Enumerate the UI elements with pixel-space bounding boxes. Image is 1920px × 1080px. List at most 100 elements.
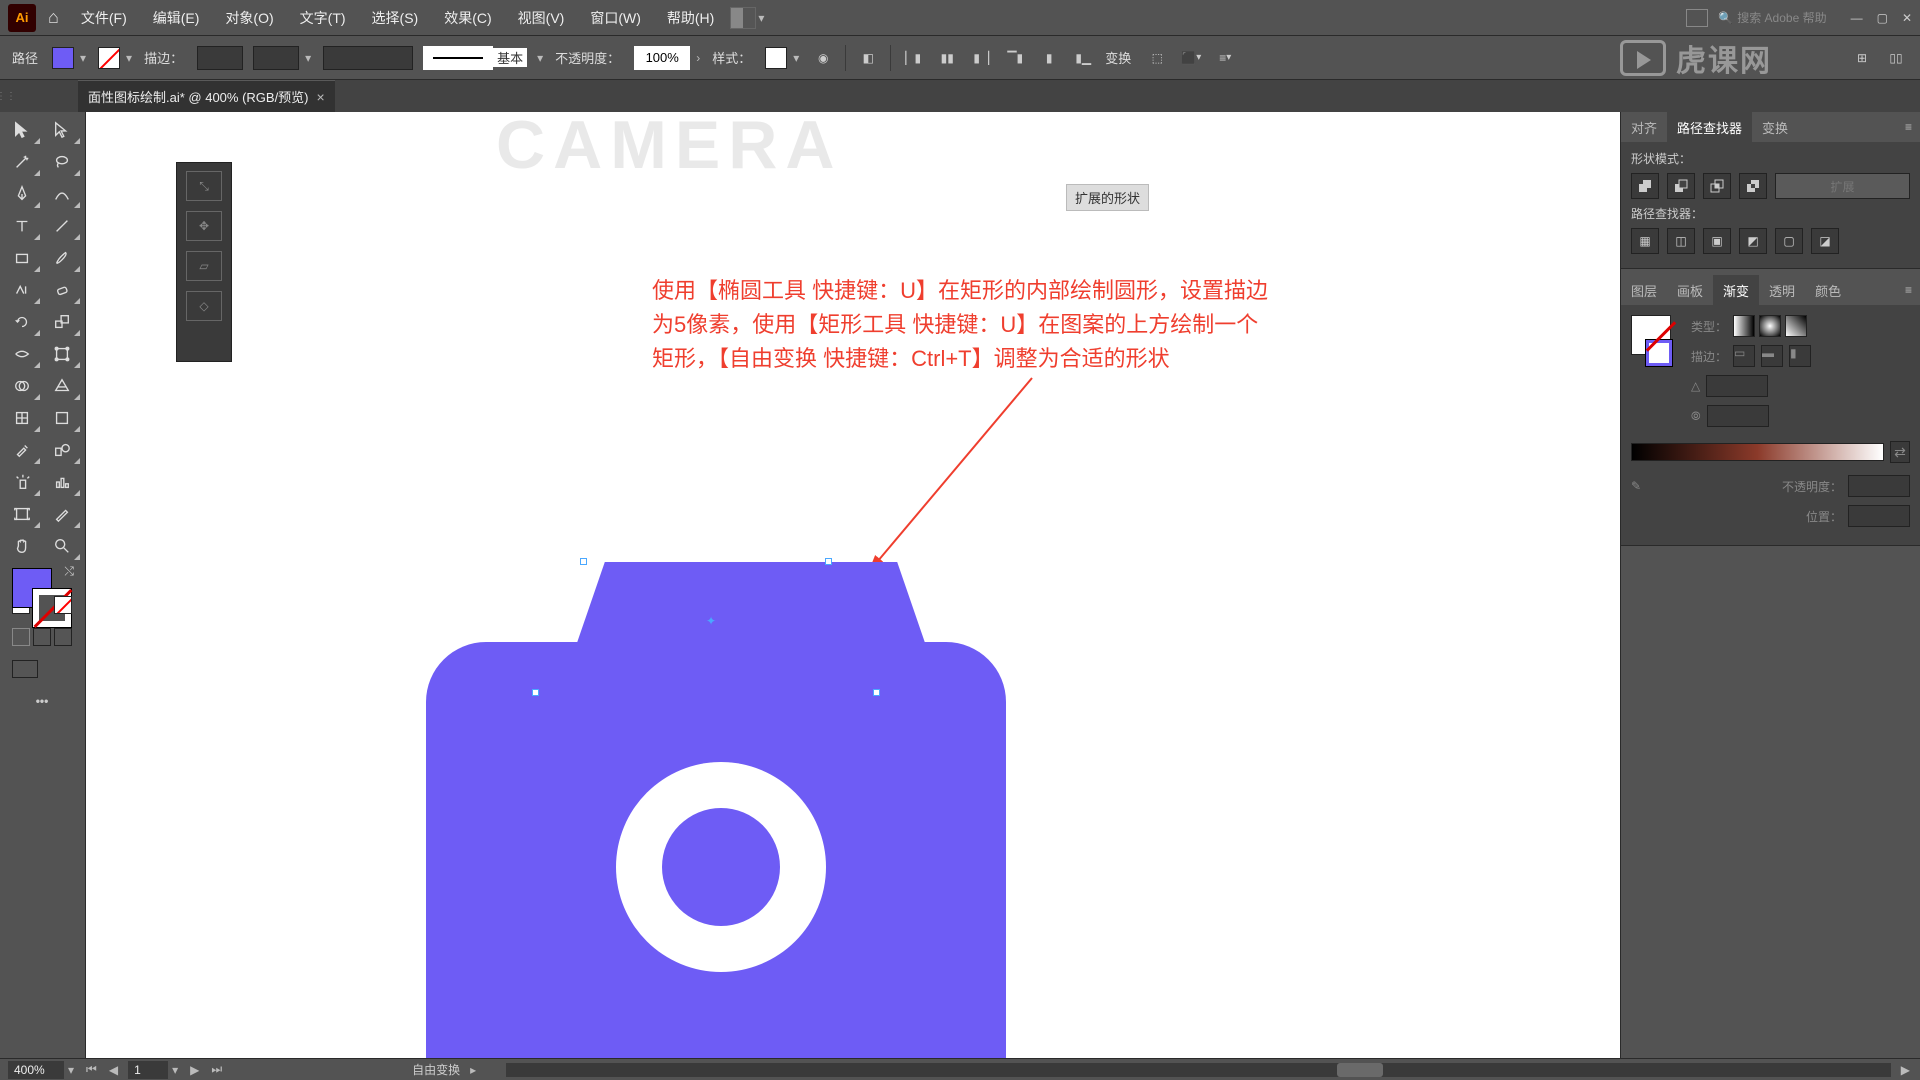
stroke-apply-2-icon[interactable]: ▬ bbox=[1761, 345, 1783, 367]
prefs-icon[interactable]: ⊞ bbox=[1850, 46, 1874, 70]
panel-menu-icon[interactable]: ≡ bbox=[1897, 120, 1920, 134]
brush-def-field[interactable] bbox=[323, 46, 413, 70]
fill-caret-icon[interactable]: ▾ bbox=[80, 51, 86, 65]
pen-tool[interactable] bbox=[2, 178, 42, 210]
curvature-tool[interactable] bbox=[42, 178, 82, 210]
selection-bounding-box[interactable]: ✦ bbox=[536, 562, 876, 692]
unite-icon[interactable] bbox=[1631, 173, 1659, 199]
isolate-icon[interactable]: ⬚ bbox=[1145, 46, 1169, 70]
align-left-icon[interactable]: ▏▮ bbox=[901, 46, 925, 70]
tabbar-grip-icon[interactable]: ⋮⋮ bbox=[0, 80, 12, 112]
ft-constrain-icon[interactable]: ⤡ bbox=[186, 171, 222, 201]
variable-width-profile[interactable] bbox=[253, 46, 299, 70]
merge-icon[interactable]: ▣ bbox=[1703, 228, 1731, 254]
artboard-caret-icon[interactable]: ▾ bbox=[172, 1063, 178, 1077]
tab-close-icon[interactable]: × bbox=[317, 89, 325, 105]
hand-tool[interactable] bbox=[2, 530, 42, 562]
zoom-input[interactable]: 400% bbox=[8, 1061, 64, 1079]
brush-caret-icon[interactable]: ▾ bbox=[537, 51, 543, 65]
ft-perspective-icon[interactable]: ▱ bbox=[186, 251, 222, 281]
stop-position-input[interactable] bbox=[1848, 505, 1910, 527]
minus-front-icon[interactable] bbox=[1667, 173, 1695, 199]
swap-fill-stroke-icon[interactable]: ⤭ bbox=[64, 564, 74, 579]
camera-lens-inner[interactable] bbox=[662, 808, 780, 926]
slice-tool[interactable] bbox=[42, 498, 82, 530]
stroke-caret-icon[interactable]: ▾ bbox=[126, 51, 132, 65]
next-artboard-icon[interactable]: ▶ bbox=[188, 1063, 201, 1077]
recolor-icon[interactable]: ◉ bbox=[811, 46, 835, 70]
menu-edit[interactable]: 编辑(E) bbox=[143, 4, 210, 32]
status-caret-icon[interactable]: ▸ bbox=[468, 1063, 478, 1077]
panel-menu-icon-2[interactable]: ≡ bbox=[1897, 283, 1920, 297]
width-tool[interactable] bbox=[2, 338, 42, 370]
home-icon[interactable]: ⌂ bbox=[42, 7, 65, 28]
gradient-tool[interactable] bbox=[42, 402, 82, 434]
menu-file[interactable]: 文件(F) bbox=[71, 4, 137, 32]
opacity-input[interactable]: 100% bbox=[634, 46, 690, 70]
document-tab[interactable]: 面性图标绘制.ai* @ 400% (RGB/预览) × bbox=[78, 80, 335, 112]
canvas[interactable]: CAMERA ⤡ ✥ ▱ ◇ 扩展的形状 使用【椭圆工具 快捷键：U】在矩形的内… bbox=[86, 112, 1620, 1058]
shaper-tool[interactable] bbox=[2, 274, 42, 306]
handle-bottom-left[interactable] bbox=[532, 689, 539, 696]
stroke-label[interactable]: 描边： bbox=[144, 48, 183, 67]
divide-icon[interactable]: ▦ bbox=[1631, 228, 1659, 254]
menu-window[interactable]: 窗口(W) bbox=[580, 4, 651, 32]
tab-transparency[interactable]: 透明 bbox=[1759, 275, 1805, 306]
screen-mode-icon[interactable] bbox=[12, 660, 38, 678]
eraser-tool[interactable] bbox=[42, 274, 82, 306]
blend-tool[interactable] bbox=[42, 434, 82, 466]
gradient-angle-input[interactable] bbox=[1706, 375, 1768, 397]
transform-label[interactable]: 变换 bbox=[1105, 48, 1131, 67]
arrange-caret-icon[interactable]: ▾ bbox=[758, 11, 764, 25]
selection-tool[interactable] bbox=[2, 114, 42, 146]
align-hcenter-icon[interactable]: ▮▮ bbox=[935, 46, 959, 70]
perspective-tool[interactable] bbox=[42, 370, 82, 402]
opacity-label[interactable]: 不透明度： bbox=[555, 48, 620, 67]
align-to-icon[interactable]: ◧ bbox=[856, 46, 880, 70]
style-swatch[interactable] bbox=[765, 47, 787, 69]
menu-select[interactable]: 选择(S) bbox=[362, 4, 429, 32]
tab-align[interactable]: 对齐 bbox=[1621, 112, 1667, 143]
tab-layers[interactable]: 图层 bbox=[1621, 275, 1667, 306]
ft-distort-icon[interactable]: ◇ bbox=[186, 291, 222, 321]
trim-icon[interactable]: ◫ bbox=[1667, 228, 1695, 254]
fill-swatch[interactable] bbox=[52, 47, 74, 69]
paintbrush-tool[interactable] bbox=[42, 242, 82, 274]
minus-back-icon[interactable]: ◪ bbox=[1811, 228, 1839, 254]
style-label[interactable]: 样式： bbox=[712, 48, 751, 67]
menu-type[interactable]: 文字(T) bbox=[290, 4, 356, 32]
gradient-aspect-input[interactable] bbox=[1707, 405, 1769, 427]
type-tool[interactable] bbox=[2, 210, 42, 242]
opacity-caret-icon[interactable]: › bbox=[696, 51, 700, 65]
align-top-icon[interactable]: ▔▮ bbox=[1003, 46, 1027, 70]
radial-gradient-icon[interactable] bbox=[1759, 315, 1781, 337]
handle-top-right[interactable] bbox=[825, 558, 832, 565]
rectangle-tool[interactable] bbox=[2, 242, 42, 274]
menu-view[interactable]: 视图(V) bbox=[508, 4, 575, 32]
handle-bottom-right[interactable] bbox=[873, 689, 880, 696]
eyedropper-tool[interactable] bbox=[2, 434, 42, 466]
stroke-swatch[interactable] bbox=[98, 47, 120, 69]
vwp-caret-icon[interactable]: ▾ bbox=[305, 51, 311, 65]
mesh-tool[interactable] bbox=[2, 402, 42, 434]
handle-top-left[interactable] bbox=[580, 558, 587, 565]
arrange-icon[interactable]: ≡▾ bbox=[1213, 46, 1237, 70]
direct-selection-tool[interactable] bbox=[42, 114, 82, 146]
artboard-number-input[interactable]: 1 bbox=[128, 1061, 168, 1079]
style-caret-icon[interactable]: ▾ bbox=[793, 51, 799, 65]
eyedropper-small-icon[interactable]: ✎ bbox=[1631, 479, 1641, 493]
screen-mode-row[interactable] bbox=[2, 658, 82, 690]
minimize-icon[interactable]: — bbox=[1851, 11, 1863, 25]
arrange-documents-icon[interactable] bbox=[730, 7, 756, 29]
align-bottom-icon[interactable]: ▮▁ bbox=[1071, 46, 1095, 70]
reverse-gradient-icon[interactable]: ⇄ bbox=[1890, 441, 1910, 463]
linear-gradient-icon[interactable] bbox=[1733, 315, 1755, 337]
horizontal-scrollbar[interactable] bbox=[506, 1063, 1891, 1077]
stroke-apply-1-icon[interactable]: ▭ bbox=[1733, 345, 1755, 367]
artboard-tool[interactable] bbox=[2, 498, 42, 530]
crop-icon[interactable]: ◩ bbox=[1739, 228, 1767, 254]
free-transform-tool[interactable] bbox=[42, 338, 82, 370]
column-graph-tool[interactable] bbox=[42, 466, 82, 498]
scale-tool[interactable] bbox=[42, 306, 82, 338]
prev-artboard-icon[interactable]: ◀ bbox=[107, 1063, 120, 1077]
